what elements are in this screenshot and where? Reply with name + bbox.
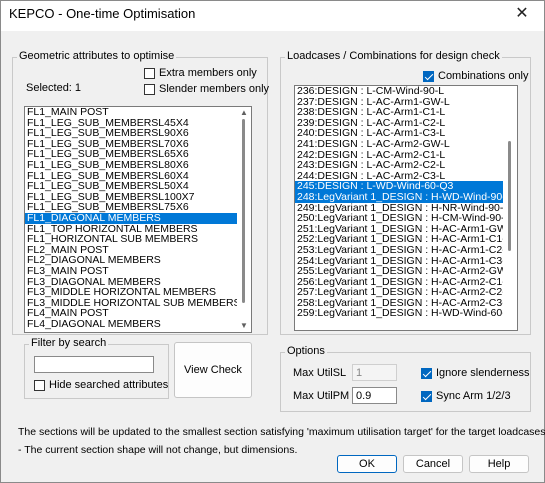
options-group: Options <box>280 345 531 412</box>
filter-label: Filter by search <box>29 337 109 349</box>
combinations-only-checkbox[interactable]: Combinations only <box>423 70 529 82</box>
extra-members-label: Extra members only <box>159 67 257 79</box>
list-item[interactable]: 259:LegVariant 1_DESIGN : H-WD-Wind-60-Q… <box>295 308 517 319</box>
ok-button[interactable]: OK <box>337 455 397 473</box>
sync-arm-box[interactable] <box>421 390 432 402</box>
max-utilsl-field[interactable]: 1 <box>352 364 397 381</box>
hide-searched-label: Hide searched attributes <box>49 379 169 391</box>
scroll-thumb[interactable] <box>242 119 245 303</box>
geometric-attributes-list[interactable]: FL1_MAIN POST FL1_LEG_SUB_MEMBERSL45X4 FL1… <box>24 106 252 333</box>
max-utilsl-label: Max UtilSL <box>293 367 347 379</box>
list-item[interactable]: FL4_DIAGONAL MEMBERS <box>25 319 251 330</box>
help-button[interactable]: Help <box>469 455 529 473</box>
extra-members-box[interactable] <box>144 67 155 79</box>
geometric-attributes-label: Geometric attributes to optimise <box>17 50 177 62</box>
ignore-slenderness-checkbox[interactable]: Ignore slenderness <box>421 367 530 379</box>
hide-searched-checkbox[interactable]: Hide searched attributes <box>34 379 168 391</box>
loadcases-list[interactable]: 236:DESIGN : L-CM-Wind-90-L 237:DESIGN : … <box>294 85 518 331</box>
combinations-only-box[interactable] <box>423 70 434 82</box>
note-line-1: The sections will be updated to the smal… <box>18 426 545 438</box>
close-icon[interactable]: ✕ <box>512 4 532 24</box>
list-item[interactable]: 236:DESIGN : L-CM-Wind-90-L <box>295 86 517 97</box>
list-item[interactable]: 248:LegVariant 1_DESIGN : H-WD-Wind-90-L <box>295 192 517 203</box>
cancel-button[interactable]: Cancel <box>403 455 463 473</box>
dialog-window: KEPCO - One-time Optimisation ✕ Geometri… <box>0 0 545 483</box>
list-item[interactable]: FL1_DIAGONAL MEMBERS <box>25 213 251 224</box>
slender-members-box[interactable] <box>144 83 155 95</box>
geo-scrollbar[interactable]: ▲ ▼ <box>237 107 251 332</box>
ignore-slenderness-label: Ignore slenderness <box>436 367 530 379</box>
note-line-2: - The current section shape will not cha… <box>18 444 298 456</box>
loads-scrollbar[interactable] <box>503 86 517 330</box>
list-item[interactable]: 241:DESIGN : L-AC-Arm2-GW-L <box>295 139 517 150</box>
list-item[interactable]: FL3_MAIN POST <box>25 266 251 277</box>
title-bar: KEPCO - One-time Optimisation ✕ <box>1 1 544 31</box>
filter-input[interactable] <box>34 356 154 373</box>
extra-members-checkbox[interactable]: Extra members only <box>144 67 257 79</box>
combinations-only-label: Combinations only <box>438 70 529 82</box>
list-item[interactable]: FL1_MAIN POST <box>25 107 251 118</box>
loadcases-rows: 236:DESIGN : L-CM-Wind-90-L 237:DESIGN : … <box>295 86 517 319</box>
ignore-slenderness-box[interactable] <box>421 367 432 379</box>
max-utilpm-label: Max UtilPM <box>293 390 350 402</box>
scroll-up-icon[interactable]: ▲ <box>237 107 251 119</box>
slender-members-checkbox[interactable]: Slender members only <box>144 83 269 95</box>
selected-count: Selected: 1 <box>26 82 82 94</box>
list-item[interactable]: FL1_LEG_SUB_MEMBERSL80X6 <box>25 160 251 171</box>
hide-searched-box[interactable] <box>34 379 45 391</box>
sync-arm-label: Sync Arm 1/2/3 <box>436 390 511 402</box>
window-title: KEPCO - One-time Optimisation <box>9 6 196 21</box>
slender-members-label: Slender members only <box>159 83 270 95</box>
loadcases-label: Loadcases / Combinations for design chec… <box>285 50 502 62</box>
scroll-down-icon[interactable]: ▼ <box>237 320 251 332</box>
scroll-thumb[interactable] <box>508 141 511 251</box>
list-item[interactable]: 253:LegVariant 1_DESIGN : H-AC-Arm1-C2-L <box>295 245 517 256</box>
max-utilpm-field[interactable]: 0.9 <box>352 387 397 404</box>
geometric-attributes-rows: FL1_MAIN POST FL1_LEG_SUB_MEMBERSL45X4 FL1… <box>25 107 251 329</box>
view-check-button[interactable]: View Check <box>174 342 252 398</box>
sync-arm-checkbox[interactable]: Sync Arm 1/2/3 <box>421 390 511 402</box>
options-label: Options <box>285 345 327 357</box>
